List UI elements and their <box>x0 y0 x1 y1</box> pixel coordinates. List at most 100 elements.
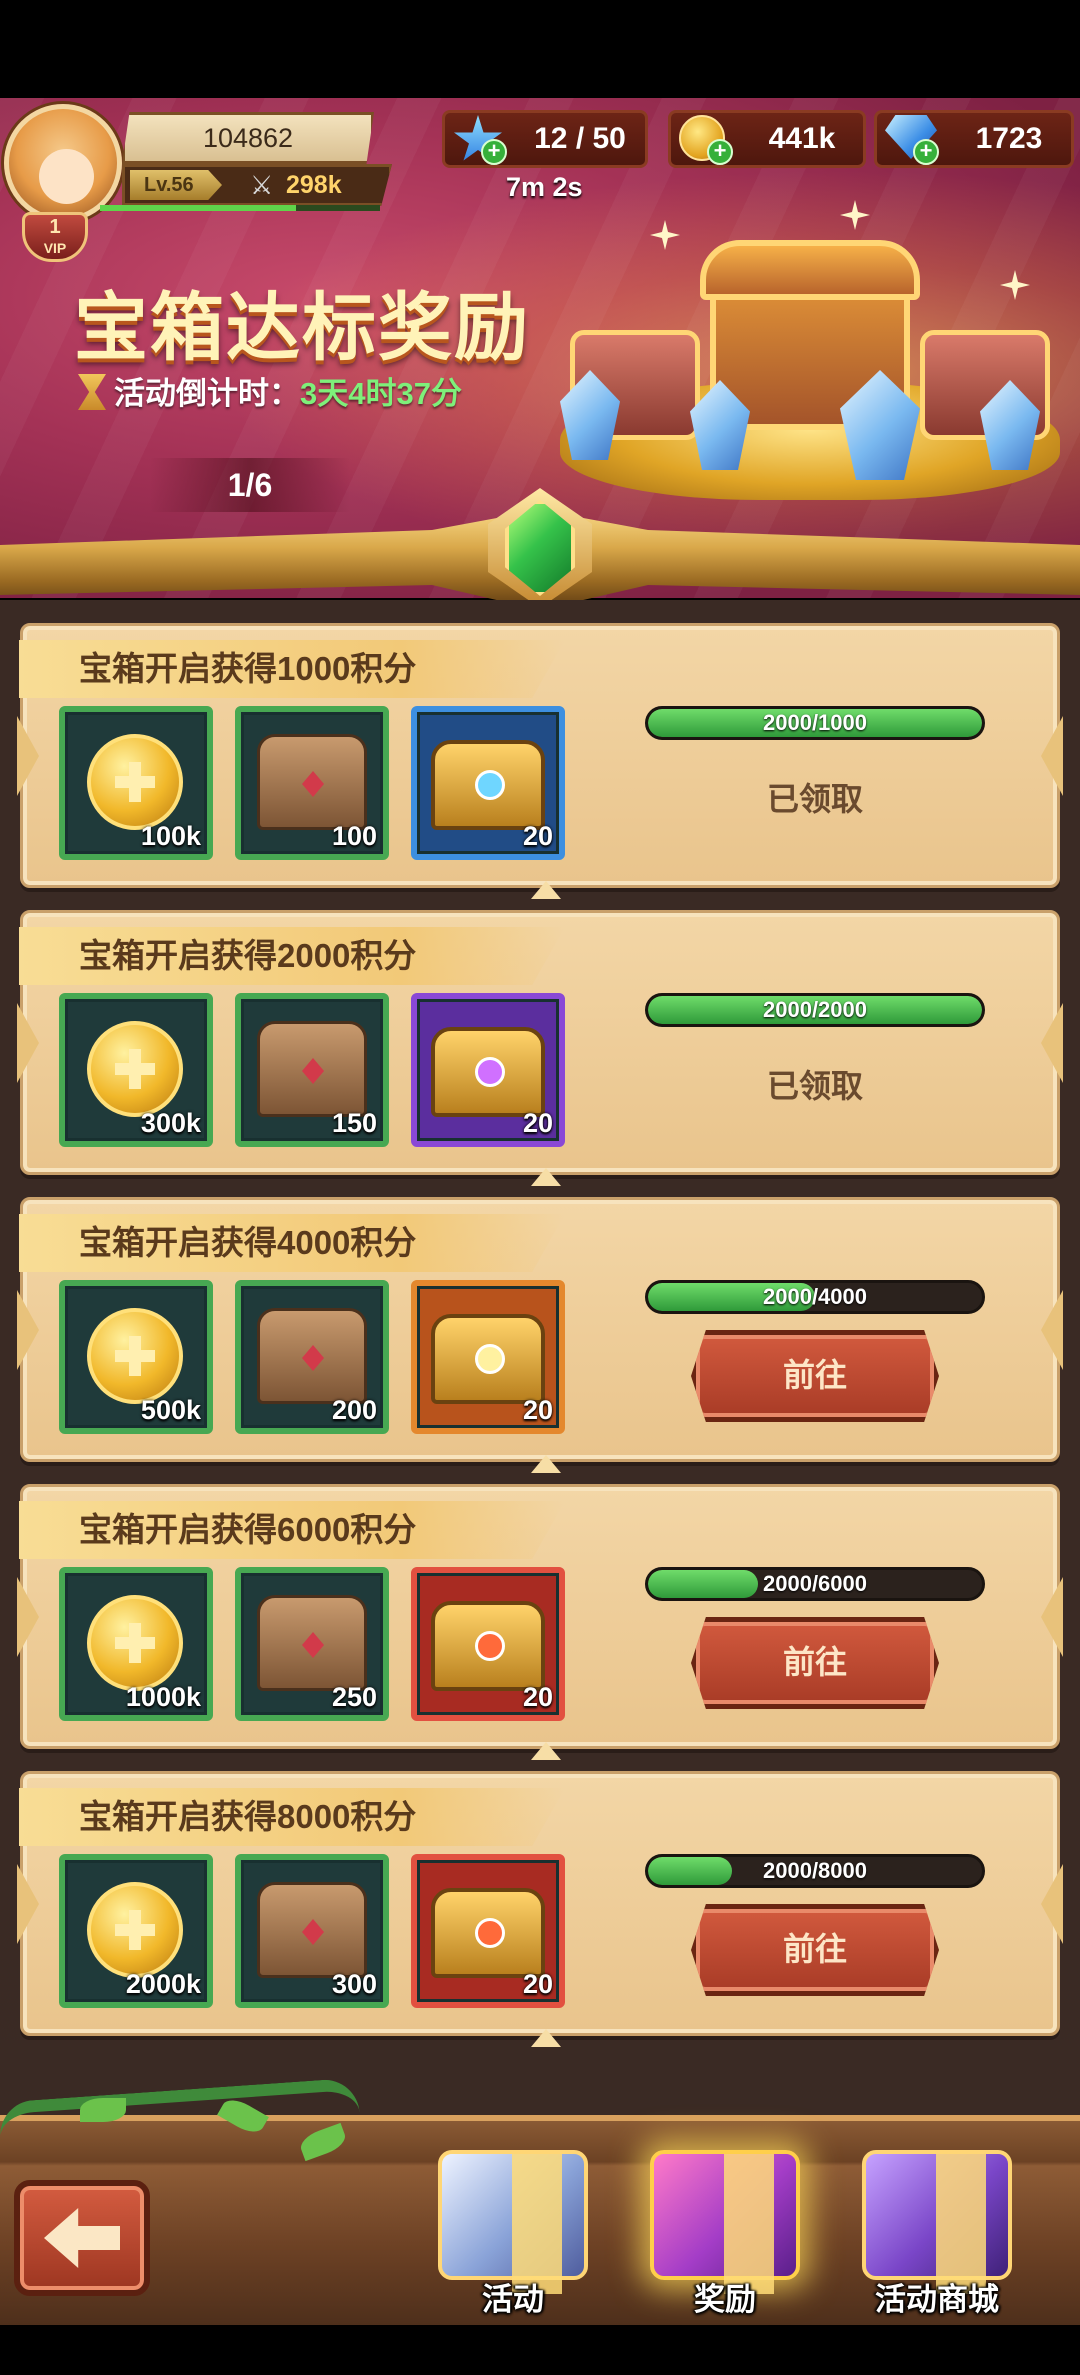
card-side-ornament <box>17 1003 39 1083</box>
vip-label: VIP <box>43 240 67 256</box>
reward-quantity: 20 <box>522 1969 553 1999</box>
gold-coin-icon <box>87 1882 183 1978</box>
reward-quantity: 200 <box>331 1395 377 1425</box>
back-button[interactable] <box>14 2180 150 2296</box>
treasure-shop-icon <box>862 2150 1012 2294</box>
tab-reward-label: 奖励 <box>694 2282 756 2317</box>
tier-card: 宝箱开启获得8000积分 2000k 300 20 2000/8000 前往 <box>17 1771 1063 2047</box>
card-side-ornament <box>1041 1290 1063 1370</box>
diamond-pill[interactable]: + 1723 <box>874 110 1074 168</box>
tier-progress-bar: 2000/8000 <box>645 1854 985 1888</box>
go-button[interactable]: 前往 <box>691 1617 939 1709</box>
reward-slot[interactable]: 20 <box>411 1280 565 1434</box>
vip-level: 1 <box>49 216 61 238</box>
vip-badge[interactable]: 1 VIP <box>22 212 88 262</box>
reward-slot[interactable]: 1000k <box>59 1567 213 1721</box>
tab-activity[interactable]: 活动 <box>418 2140 608 2320</box>
tier-header: 宝箱开启获得2000积分 <box>19 927 565 985</box>
tier-card: 宝箱开启获得2000积分 300k 150 20 2000/2000 已领取 <box>17 910 1063 1186</box>
avatar-face <box>39 149 94 204</box>
countdown-value: 3天4时37分 <box>300 376 462 411</box>
gold-pill[interactable]: + 441k <box>668 110 866 168</box>
wooden-chest-icon <box>257 1308 367 1404</box>
tier-header: 宝箱开启获得8000积分 <box>19 1788 565 1846</box>
stamina-value: 12 / 50 <box>534 122 626 155</box>
red-chest-icon <box>431 1888 545 1978</box>
treasure-illustration <box>540 200 1080 510</box>
add-gold-icon[interactable]: + <box>707 139 733 165</box>
gold-value: 441k <box>768 122 836 155</box>
progress-text: 2000/4000 <box>763 1284 867 1309</box>
countdown-label: 活动倒计时： <box>114 376 300 411</box>
tab-shop[interactable]: 活动商城 <box>842 2140 1032 2320</box>
add-diamond-icon[interactable]: + <box>913 139 939 165</box>
reward-slot[interactable]: 2000k <box>59 1854 213 2008</box>
card-side-ornament <box>17 716 39 796</box>
reward-slot[interactable]: 20 <box>411 706 565 860</box>
reward-quantity: 20 <box>522 1108 553 1138</box>
reward-quantity: 150 <box>331 1108 377 1138</box>
reward-slot[interactable]: 100 <box>235 706 389 860</box>
countdown-row: 活动倒计时：3天4时37分 <box>78 368 462 413</box>
progress-text: 2000/1000 <box>763 710 867 735</box>
reward-quantity: 1000k <box>125 1682 201 1712</box>
card-side-ornament <box>1041 1577 1063 1657</box>
gift-box-icon <box>650 2150 800 2294</box>
go-button[interactable]: 前往 <box>691 1904 939 1996</box>
reward-slot[interactable]: 150 <box>235 993 389 1147</box>
exp-bar-fill <box>100 205 296 211</box>
reward-slot[interactable]: 300 <box>235 1854 389 2008</box>
reward-slot[interactable]: 100k <box>59 706 213 860</box>
go-button[interactable]: 前往 <box>691 1330 939 1422</box>
reward-slot[interactable]: 20 <box>411 993 565 1147</box>
player-id: 104862 <box>122 112 374 164</box>
reward-quantity: 500k <box>140 1395 201 1425</box>
sparkle-icon <box>1000 270 1030 300</box>
reward-quantity: 300 <box>331 1969 377 1999</box>
tier-header: 宝箱开启获得6000积分 <box>19 1501 565 1559</box>
reward-slot[interactable]: 300k <box>59 993 213 1147</box>
gold-coin-icon <box>87 1308 183 1404</box>
hourglass-icon <box>78 374 106 410</box>
reward-quantity: 100k <box>140 821 201 851</box>
leaf-icon <box>80 2098 126 2122</box>
reward-slot[interactable]: 20 <box>411 1567 565 1721</box>
wooden-chest-icon <box>257 1882 367 1978</box>
reward-quantity: 300k <box>140 1108 201 1138</box>
page-indicator: 1/6 <box>150 458 350 512</box>
wooden-chest-icon <box>257 734 367 830</box>
event-title: 宝箱达标奖励 <box>74 285 530 371</box>
red-chest-icon <box>431 1601 545 1691</box>
diamond-value: 1723 <box>975 122 1043 155</box>
orange-chest-icon <box>431 1314 545 1404</box>
chest-lid-icon <box>700 240 920 300</box>
reward-slot[interactable]: 20 <box>411 1854 565 2008</box>
stamina-timer: 7m 2s <box>506 172 583 202</box>
stamina-pill[interactable]: + 12 / 50 <box>442 110 648 168</box>
tier-header: 宝箱开启获得1000积分 <box>19 640 565 698</box>
progress-text: 2000/8000 <box>763 1858 867 1883</box>
card-side-ornament <box>17 1577 39 1657</box>
gold-coin-icon <box>87 1595 183 1691</box>
add-stamina-icon[interactable]: + <box>481 139 507 165</box>
reward-quantity: 100 <box>331 821 377 851</box>
tab-reward[interactable]: 奖励 <box>630 2140 820 2320</box>
crossed-swords-icon: ⚔ <box>250 170 274 200</box>
player-power: 298k <box>286 171 342 199</box>
tier-card: 宝箱开启获得1000积分 100k 100 20 2000/1000 已领取 <box>17 623 1063 899</box>
tier-header: 宝箱开启获得4000积分 <box>19 1214 565 1272</box>
reward-quantity: 2000k <box>125 1969 201 1999</box>
blue-chest-icon <box>431 740 545 830</box>
tier-progress-bar: 2000/4000 <box>645 1280 985 1314</box>
reward-slot[interactable]: 200 <box>235 1280 389 1434</box>
wooden-chest-icon <box>257 1021 367 1117</box>
tab-shop-label: 活动商城 <box>875 2282 999 2317</box>
reward-slot[interactable]: 250 <box>235 1567 389 1721</box>
tier-card: 宝箱开启获得4000积分 500k 200 20 2000/4000 前往 <box>17 1197 1063 1473</box>
gift-box-icon <box>438 2150 588 2294</box>
wooden-chest-icon <box>257 1595 367 1691</box>
reward-slot[interactable]: 500k <box>59 1280 213 1434</box>
tier-progress-bar: 2000/2000 <box>645 993 985 1027</box>
app-root: 1 VIP 104862 Lv.56 ⚔ 298k + 12 / 50 7m 2… <box>0 0 1080 2375</box>
card-side-ornament <box>1041 1003 1063 1083</box>
